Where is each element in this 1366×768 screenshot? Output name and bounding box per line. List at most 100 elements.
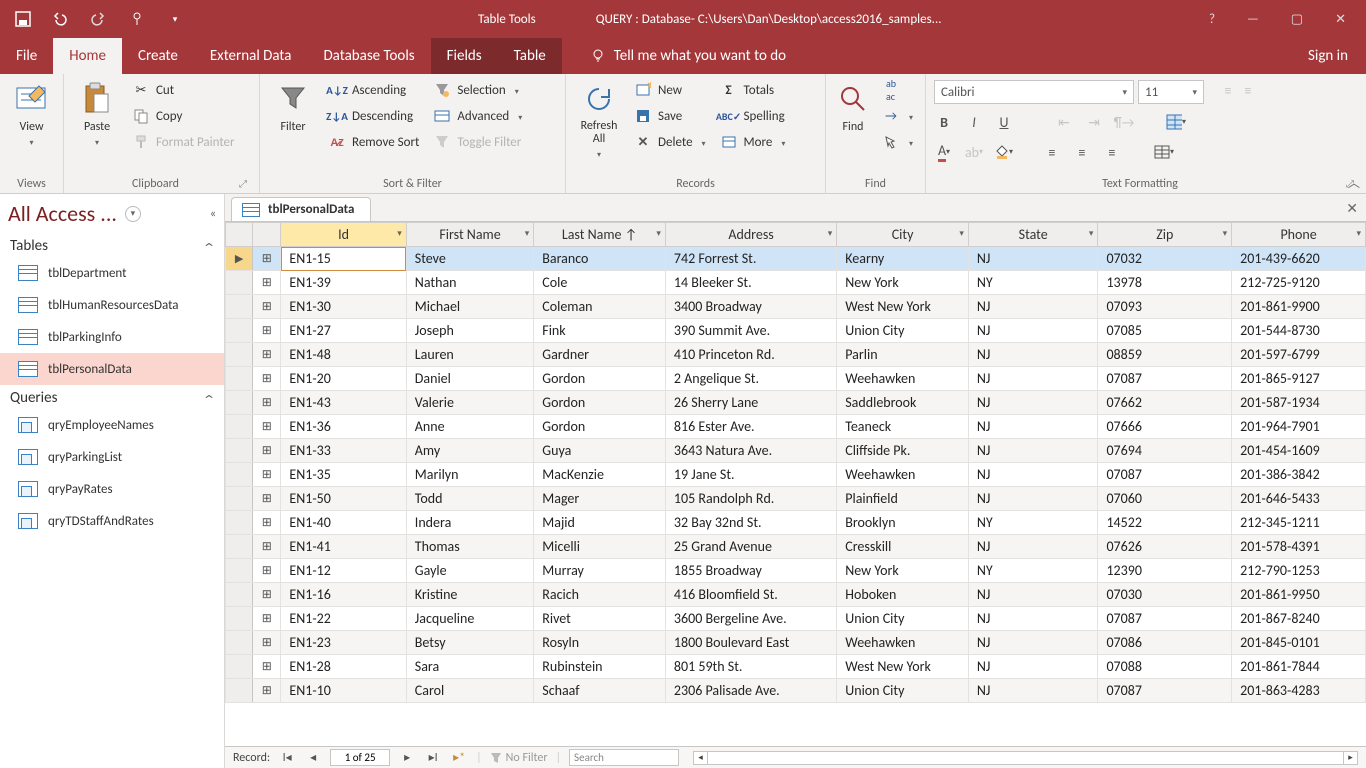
new-record-button[interactable]: ▸* bbox=[450, 750, 468, 765]
cell-lastname[interactable]: Racich bbox=[534, 583, 666, 607]
cell-id[interactable]: EN1-33 bbox=[281, 439, 406, 463]
cell-lastname[interactable]: Gardner bbox=[534, 343, 666, 367]
cell-address[interactable]: 25 Grand Avenue bbox=[665, 535, 836, 559]
cell-id[interactable]: EN1-20 bbox=[281, 367, 406, 391]
cell-id[interactable]: EN1-15 bbox=[281, 247, 406, 271]
cell-id[interactable]: EN1-41 bbox=[281, 535, 406, 559]
cell-id[interactable]: EN1-28 bbox=[281, 655, 406, 679]
table-row[interactable]: ⊞EN1-30MichaelColeman3400 BroadwayWest N… bbox=[226, 295, 1366, 319]
minimize-icon[interactable]: — bbox=[1247, 12, 1259, 27]
cell-zip[interactable]: 07087 bbox=[1098, 463, 1232, 487]
nav-query-item[interactable]: qryTDStaffAndRates bbox=[0, 505, 224, 537]
cell-city[interactable]: Union City bbox=[837, 679, 969, 703]
cell-lastname[interactable]: Schaaf bbox=[534, 679, 666, 703]
cell-phone[interactable]: 201-646-5433 bbox=[1232, 487, 1366, 511]
grid-format-icon[interactable]: ▾ bbox=[1166, 112, 1186, 132]
filter-dropdown-icon[interactable]: ▾ bbox=[1356, 228, 1361, 239]
cell-zip[interactable]: 08859 bbox=[1098, 343, 1232, 367]
cell-state[interactable]: NJ bbox=[968, 319, 1098, 343]
filter-dropdown-icon[interactable]: ▾ bbox=[828, 228, 833, 239]
column-header[interactable]: City▾ bbox=[837, 223, 969, 247]
column-header[interactable]: Last Name ↑▾ bbox=[534, 223, 666, 247]
cell-address[interactable]: 2306 Palisade Ave. bbox=[665, 679, 836, 703]
expand-row-icon[interactable]: ⊞ bbox=[253, 439, 281, 463]
cell-lastname[interactable]: Mager bbox=[534, 487, 666, 511]
cell-lastname[interactable]: Rubinstein bbox=[534, 655, 666, 679]
filter-dropdown-icon[interactable]: ▾ bbox=[525, 228, 530, 239]
cell-id[interactable]: EN1-35 bbox=[281, 463, 406, 487]
filter-dropdown-icon[interactable]: ▾ bbox=[656, 228, 661, 239]
cell-firstname[interactable]: Indera bbox=[406, 511, 533, 535]
nav-query-item[interactable]: qryEmployeeNames bbox=[0, 409, 224, 441]
cell-state[interactable]: NJ bbox=[968, 391, 1098, 415]
cell-firstname[interactable]: Thomas bbox=[406, 535, 533, 559]
new-button[interactable]: ✱New bbox=[630, 78, 710, 102]
datasheet-grid[interactable]: Id▾First Name▾Last Name ↑▾Address▾City▾S… bbox=[225, 222, 1366, 746]
cell-firstname[interactable]: Todd bbox=[406, 487, 533, 511]
cell-firstname[interactable]: Amy bbox=[406, 439, 533, 463]
maximize-icon[interactable]: ▢ bbox=[1291, 12, 1303, 27]
cell-id[interactable]: EN1-22 bbox=[281, 607, 406, 631]
tab-table[interactable]: Table bbox=[498, 38, 562, 74]
table-row[interactable]: ▶⊞EN1-15SteveBaranco742 Forrest St.Kearn… bbox=[226, 247, 1366, 271]
cell-address[interactable]: 3643 Natura Ave. bbox=[665, 439, 836, 463]
cell-firstname[interactable]: Steve bbox=[406, 247, 533, 271]
cell-address[interactable]: 1855 Broadway bbox=[665, 559, 836, 583]
expand-row-icon[interactable]: ⊞ bbox=[253, 679, 281, 703]
selection-button[interactable]: Selection bbox=[429, 78, 526, 102]
touch-mode-icon[interactable] bbox=[128, 10, 146, 28]
fill-color-button[interactable]: ▾ bbox=[994, 142, 1014, 162]
first-record-button[interactable]: I◂ bbox=[278, 750, 296, 765]
table-row[interactable]: ⊞EN1-35MarilynMacKenzie19 Jane St.Weehaw… bbox=[226, 463, 1366, 487]
cell-id[interactable]: EN1-39 bbox=[281, 271, 406, 295]
tab-file[interactable]: File bbox=[0, 38, 53, 74]
cell-lastname[interactable]: Baranco bbox=[534, 247, 666, 271]
ascending-button[interactable]: A↓ZAscending bbox=[324, 78, 423, 102]
table-row[interactable]: ⊞EN1-48LaurenGardner410 Princeton Rd.Par… bbox=[226, 343, 1366, 367]
cell-zip[interactable]: 07087 bbox=[1098, 607, 1232, 631]
tab-create[interactable]: Create bbox=[122, 38, 194, 74]
delete-button[interactable]: ✕Delete bbox=[630, 130, 710, 154]
column-header[interactable]: State▾ bbox=[968, 223, 1098, 247]
cell-zip[interactable]: 07087 bbox=[1098, 679, 1232, 703]
cell-zip[interactable]: 07087 bbox=[1098, 367, 1232, 391]
underline-button[interactable]: U bbox=[994, 112, 1014, 132]
nav-collapse-icon[interactable]: « bbox=[210, 207, 216, 221]
cell-zip[interactable]: 07666 bbox=[1098, 415, 1232, 439]
cell-city[interactable]: Cliffside Pk. bbox=[837, 439, 969, 463]
cell-phone[interactable]: 201-865-9127 bbox=[1232, 367, 1366, 391]
row-selector[interactable] bbox=[226, 535, 253, 559]
cell-firstname[interactable]: Daniel bbox=[406, 367, 533, 391]
cell-id[interactable]: EN1-43 bbox=[281, 391, 406, 415]
record-position-input[interactable] bbox=[330, 749, 390, 766]
table-row[interactable]: ⊞EN1-33AmyGuya3643 Natura Ave.Cliffside … bbox=[226, 439, 1366, 463]
cell-phone[interactable]: 201-578-4391 bbox=[1232, 535, 1366, 559]
row-selector[interactable] bbox=[226, 295, 253, 319]
collapse-ribbon-icon[interactable]: ︿ bbox=[1348, 174, 1360, 191]
cell-zip[interactable]: 07086 bbox=[1098, 631, 1232, 655]
nav-section-queries[interactable]: Queries⌄ bbox=[0, 385, 224, 409]
table-row[interactable]: ⊞EN1-40InderaMajid32 Bay 32nd St.Brookly… bbox=[226, 511, 1366, 535]
expand-row-icon[interactable]: ⊞ bbox=[253, 247, 281, 271]
cell-city[interactable]: Parlin bbox=[837, 343, 969, 367]
numbering-icon[interactable]: ≡ bbox=[1238, 80, 1258, 100]
row-selector[interactable]: ▶ bbox=[226, 247, 253, 271]
cell-city[interactable]: Cresskill bbox=[837, 535, 969, 559]
cell-state[interactable]: NJ bbox=[968, 439, 1098, 463]
cell-phone[interactable]: 201-861-9950 bbox=[1232, 583, 1366, 607]
align-right-button[interactable]: ≡ bbox=[1102, 142, 1122, 162]
row-selector[interactable] bbox=[226, 655, 253, 679]
cell-phone[interactable]: 201-867-8240 bbox=[1232, 607, 1366, 631]
row-selector[interactable] bbox=[226, 439, 253, 463]
nav-header[interactable]: All Access ... ▾ « bbox=[0, 194, 224, 233]
spelling-button[interactable]: ABC✓Spelling bbox=[716, 104, 790, 128]
filter-dropdown-icon[interactable]: ▾ bbox=[1223, 228, 1228, 239]
expand-row-icon[interactable]: ⊞ bbox=[253, 343, 281, 367]
cell-zip[interactable]: 07626 bbox=[1098, 535, 1232, 559]
column-header[interactable]: Id▾ bbox=[281, 223, 406, 247]
cell-state[interactable]: NY bbox=[968, 271, 1098, 295]
filter-dropdown-icon[interactable]: ▾ bbox=[397, 228, 402, 239]
expand-row-icon[interactable]: ⊞ bbox=[253, 535, 281, 559]
cell-state[interactable]: NJ bbox=[968, 679, 1098, 703]
cell-firstname[interactable]: Lauren bbox=[406, 343, 533, 367]
